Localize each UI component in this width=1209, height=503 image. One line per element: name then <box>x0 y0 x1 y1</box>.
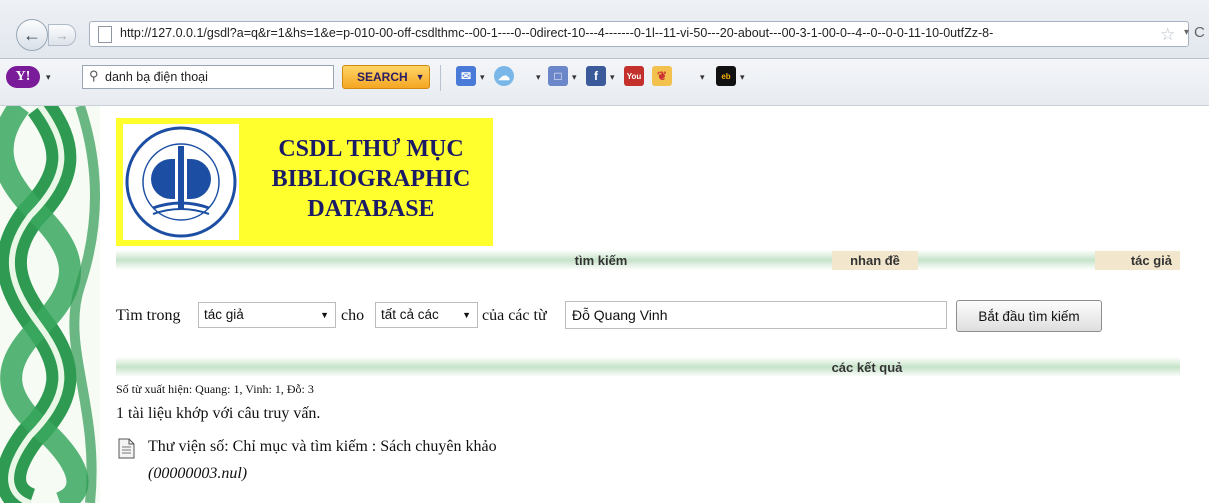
ebay-left-dropdown-icon[interactable]: ▾ <box>700 72 705 83</box>
back-arrow-icon: ← <box>23 24 41 45</box>
forward-arrow-icon: → <box>55 27 69 43</box>
yahoo-toolbar: Y! ▾ ⚲ SEARCH ▼ ✉ ▾ ☁ ▾ □ ▾ f ▾ You ❦ ▾ e… <box>0 59 1209 106</box>
toolbar-search-button[interactable]: SEARCH ▼ <box>342 65 430 89</box>
search-in-label: Tìm trong <box>116 307 181 324</box>
ebay-dropdown-icon[interactable]: ▾ <box>740 72 745 83</box>
weather-icon[interactable]: ☁ <box>494 66 514 86</box>
database-header: CSDL THƯ MỤC BIBLIOGRAPHIC DATABASE <box>116 118 493 246</box>
query-input[interactable] <box>565 301 947 329</box>
dropdown-arrow-icon: ▼ <box>462 310 471 320</box>
pages-icon[interactable]: □ <box>548 66 568 86</box>
scope-select[interactable]: tất cả các ▼ <box>375 302 478 328</box>
dropdown-arrow-icon: ▼ <box>320 310 329 320</box>
of-words-label: của các từ <box>482 307 547 324</box>
toolbar-search-box[interactable]: ⚲ <box>82 65 334 89</box>
youtube-icon[interactable]: You <box>624 66 644 86</box>
address-bar[interactable]: http://127.0.0.1/gsdl?a=q&r=1&hs=1&e=p-0… <box>89 21 1189 47</box>
result-file-name: (00000003.nul) <box>148 465 248 482</box>
match-summary: 1 tài liệu khớp với câu truy vấn. <box>116 405 321 422</box>
braid-pattern-icon <box>0 106 100 503</box>
browser-nav-bar: ← → http://127.0.0.1/gsdl?a=q&r=1&hs=1&e… <box>0 0 1209 59</box>
field-select[interactable]: tác giả ▼ <box>198 302 336 328</box>
back-forward-group: ← → <box>16 19 84 51</box>
nav-author-link[interactable]: tác giả <box>1095 251 1180 270</box>
results-header: các kết quả <box>831 360 903 375</box>
puzzle-icon[interactable]: ❦ <box>652 66 672 86</box>
yahoo-logo[interactable]: Y! <box>6 66 40 88</box>
university-seal-icon <box>125 126 237 238</box>
reload-icon[interactable]: C <box>1194 24 1205 41</box>
results-strip <box>116 357 1180 377</box>
toolbar-separator <box>440 65 441 91</box>
ebay-icon[interactable]: eb <box>716 66 736 86</box>
yahoo-menu-dropdown-icon[interactable]: ▾ <box>46 72 51 83</box>
result-title-link[interactable]: Thư viện số: Chỉ mục và tìm kiếm : Sách … <box>148 438 497 456</box>
nav-search-link[interactable]: tìm kiếm <box>555 251 647 270</box>
mail-dropdown-icon[interactable]: ▾ <box>480 72 485 83</box>
nav-title-link[interactable]: nhan đề <box>832 251 918 270</box>
mail-icon[interactable]: ✉ <box>456 66 476 86</box>
search-button-caret-icon: ▼ <box>415 72 425 82</box>
url-text[interactable]: http://127.0.0.1/gsdl?a=q&r=1&hs=1&e=p-0… <box>120 26 1140 40</box>
search-icon: ⚲ <box>89 68 99 83</box>
pages-menu-dropdown-icon[interactable]: ▾ <box>572 72 577 83</box>
document-icon[interactable] <box>118 438 135 459</box>
facebook-icon[interactable]: f <box>586 66 606 86</box>
start-search-button[interactable]: Bắt đầu tìm kiếm <box>956 300 1102 332</box>
title-line-2: BIBLIOGRAPHIC <box>271 166 471 192</box>
page-icon <box>98 26 112 43</box>
search-button-label: SEARCH <box>357 70 408 84</box>
forward-button[interactable]: → <box>48 24 76 46</box>
back-button[interactable]: ← <box>16 19 48 51</box>
bookmark-star-icon[interactable]: ☆ <box>1160 25 1175 45</box>
nav-strip <box>116 250 1180 270</box>
scope-select-value: tất cả các <box>381 307 439 322</box>
title-line-3: DATABASE <box>307 196 435 222</box>
field-select-value: tác giả <box>204 307 244 322</box>
pages-dropdown-icon[interactable]: ▾ <box>536 72 541 83</box>
facebook-dropdown-icon[interactable]: ▾ <box>610 72 615 83</box>
left-decorative-band <box>0 106 100 503</box>
url-dropdown-icon[interactable]: ▾ <box>1184 27 1189 38</box>
toolbar-search-input[interactable] <box>105 68 329 86</box>
for-label: cho <box>341 307 365 324</box>
university-seal <box>123 124 239 240</box>
title-line-1: CSDL THƯ MỤC <box>278 136 464 162</box>
word-counts: Số từ xuất hiện: Quang: 1, Vinh: 1, Đỗ: … <box>116 382 314 396</box>
database-title: CSDL THƯ MỤC BIBLIOGRAPHIC DATABASE <box>256 134 486 224</box>
